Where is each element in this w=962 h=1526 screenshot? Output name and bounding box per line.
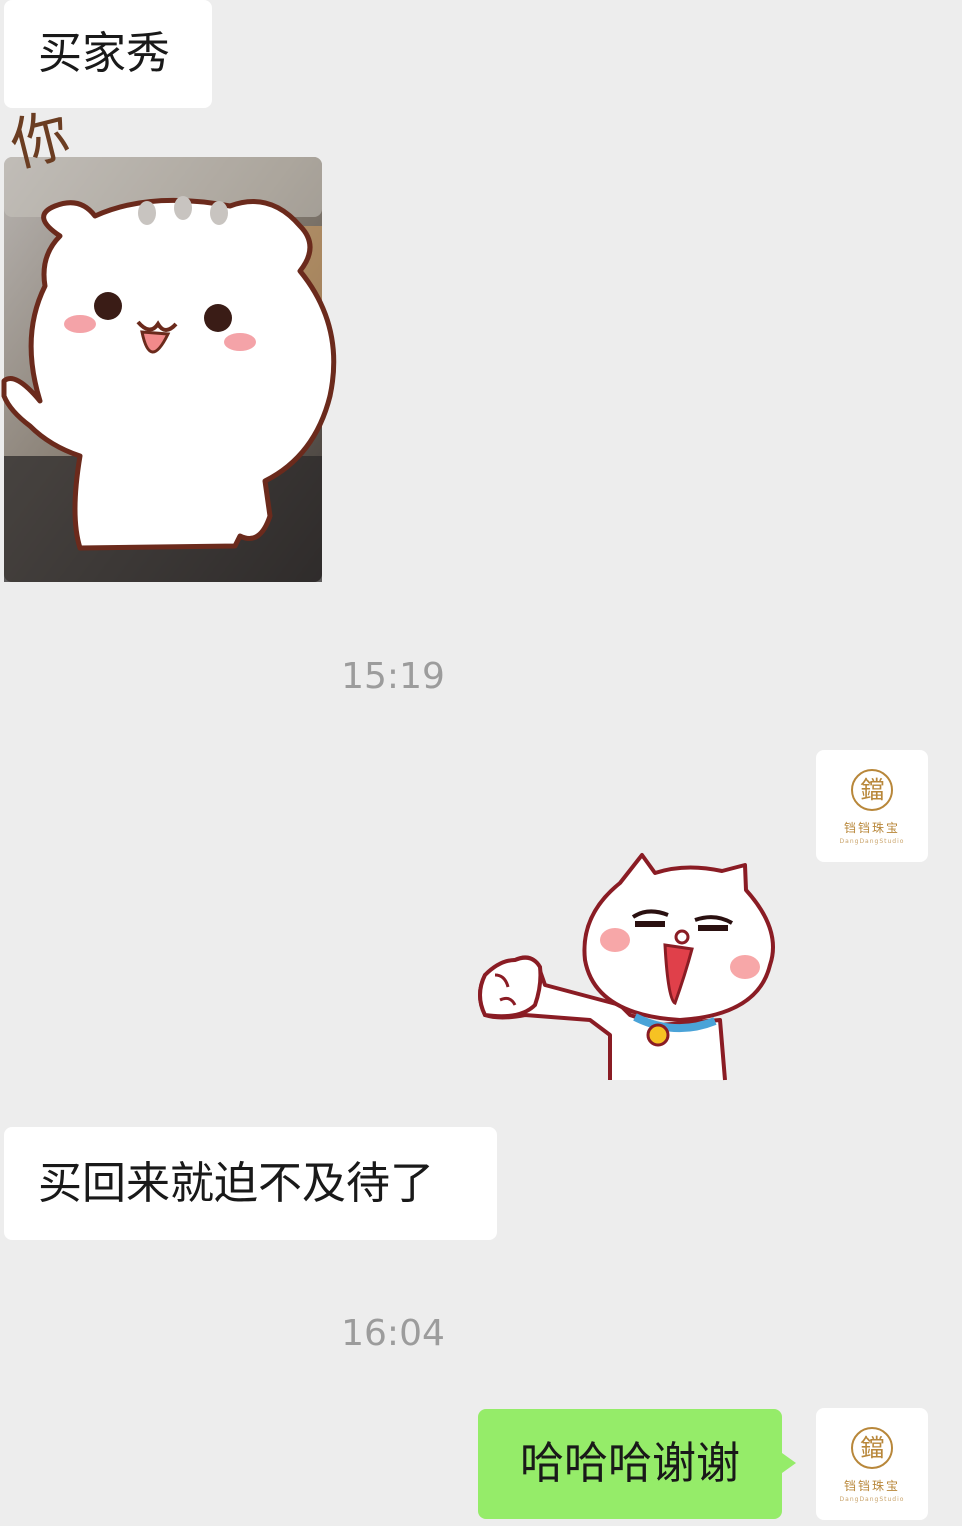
message-text: 哈哈哈谢谢 <box>520 1438 740 1489</box>
timestamp: 16:04 <box>341 1313 445 1354</box>
brand-logo-icon: 鐺 <box>851 1427 893 1469</box>
brand-logo-icon: 鐺 <box>851 769 893 811</box>
message-text: 买家秀 <box>38 28 170 79</box>
timestamp: 15:19 <box>341 656 445 697</box>
message-text: 买回来就迫不及待了 <box>38 1157 434 1209</box>
brand-logo-glyph: 鐺 <box>860 1434 884 1462</box>
message-bubble-right[interactable]: 哈哈哈谢谢 <box>478 1409 796 1519</box>
cat-sticker-graphic: 你 <box>1 100 337 582</box>
message-bubble-left[interactable]: 买家秀 <box>4 0 212 108</box>
brand-name-en: DangDangStudio <box>839 838 905 845</box>
avatar-dangdang[interactable]: 鐺 铛铛珠宝 DangDangStudio <box>816 750 928 862</box>
avatar-dangdang[interactable]: 鐺 铛铛珠宝 DangDangStudio <box>816 1408 928 1520</box>
brand-name: 铛铛珠宝 <box>843 1479 900 1493</box>
brand-name: 铛铛珠宝 <box>843 821 900 835</box>
sticker-image-cat[interactable]: 你 <box>0 96 350 586</box>
pointing-cat-graphic <box>478 853 775 1081</box>
brand-name-en: DangDangStudio <box>839 1496 905 1503</box>
brand-logo-glyph: 鐺 <box>860 776 884 804</box>
message-bubble-left[interactable]: 买回来就迫不及待了 <box>4 1127 497 1240</box>
sticker-image-pointing-cat[interactable] <box>470 845 790 1085</box>
